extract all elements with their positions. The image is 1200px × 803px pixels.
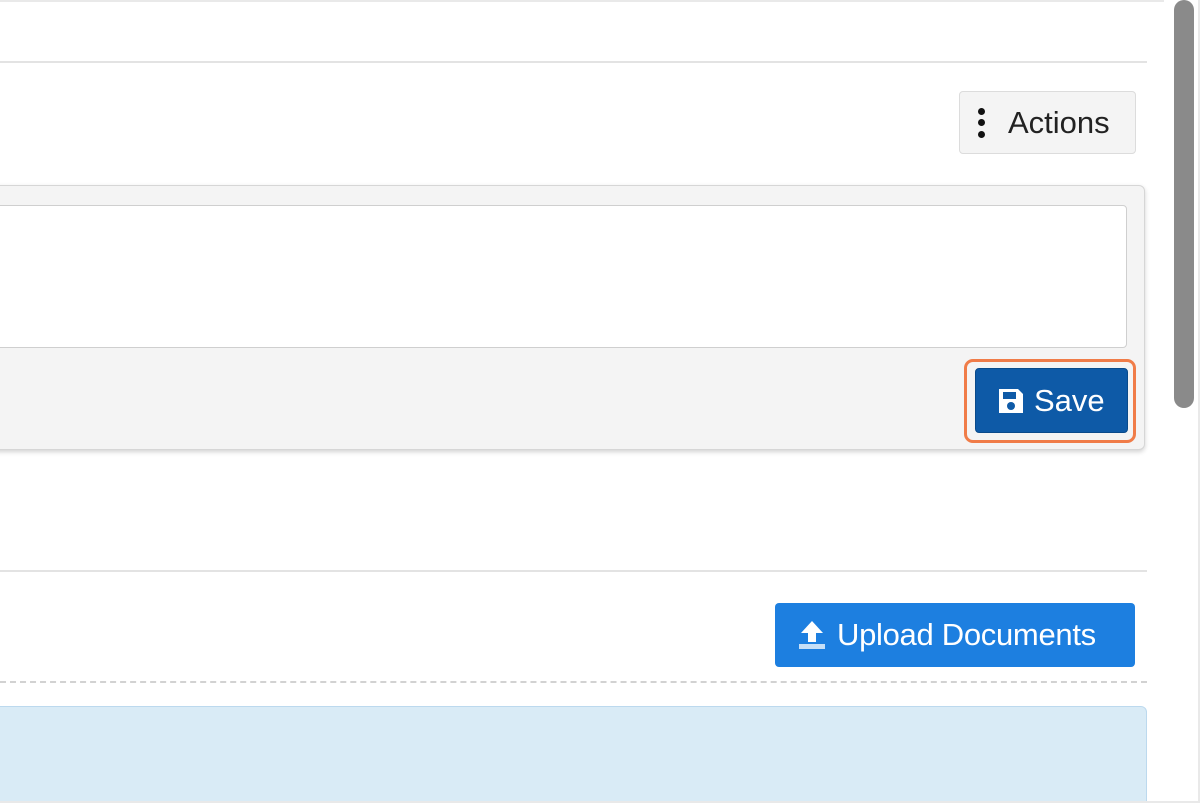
frame-top-border [0, 0, 1200, 2]
info-box [0, 706, 1147, 803]
page: Actions Save Upload Documents [0, 0, 1200, 803]
upload-icon [799, 621, 825, 649]
upload-documents-button[interactable]: Upload Documents [775, 603, 1135, 667]
actions-button-label: Actions [1008, 104, 1110, 140]
text-input[interactable] [0, 205, 1127, 348]
scrollbar-thumb[interactable] [1174, 0, 1194, 408]
upload-documents-label: Upload Documents [837, 617, 1096, 652]
section-divider [0, 570, 1147, 572]
more-vertical-icon [978, 107, 986, 138]
floppy-disk-icon [999, 388, 1023, 413]
dashed-divider [0, 681, 1147, 683]
actions-button[interactable]: Actions [959, 91, 1136, 154]
save-button[interactable]: Save [975, 368, 1128, 433]
top-divider [0, 61, 1147, 63]
save-button-label: Save [1034, 382, 1105, 418]
